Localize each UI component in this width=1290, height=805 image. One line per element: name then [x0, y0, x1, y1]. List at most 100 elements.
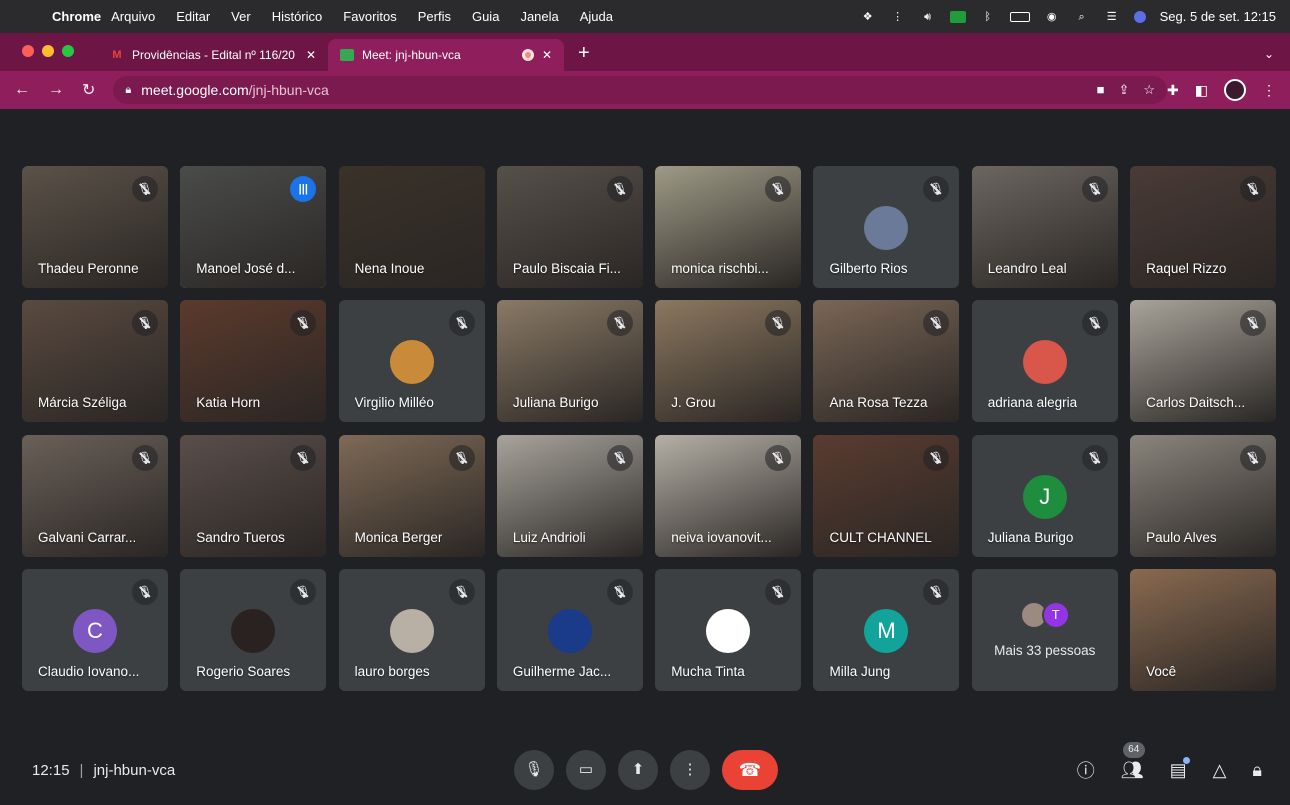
participant-tile[interactable]: Rogerio Soares 🎙︎: [180, 568, 327, 691]
reload-icon[interactable]: ↻: [82, 80, 95, 100]
meeting-details-info-icon[interactable]: ⓘ: [1077, 757, 1095, 783]
zoom-window-button[interactable]: [62, 45, 74, 57]
participant-name: adriana alegria: [987, 395, 1078, 411]
menu-item-favoritos[interactable]: Favoritos: [343, 9, 396, 24]
forward-icon[interactable]: →: [48, 81, 64, 99]
participant-tile[interactable]: Guilherme Jac... 🎙︎: [496, 568, 643, 691]
people-count-badge: 64: [1122, 741, 1145, 758]
camera-button[interactable]: ▭: [566, 750, 606, 790]
activities-icon[interactable]: △: [1213, 760, 1227, 781]
menu-item-ver[interactable]: Ver: [231, 9, 251, 24]
tab-meet[interactable]: Meet: jnj-hbun-vca ✕: [328, 39, 564, 71]
keyboard-flag-icon[interactable]: [949, 10, 966, 23]
address-bar[interactable]: 🔒︎ meet.google.com/jnj-hbun-vca ■ ⇪ ☆: [113, 76, 1168, 104]
menu-item-editar[interactable]: Editar: [176, 9, 210, 24]
dropbox-icon[interactable]: ❖: [860, 11, 876, 23]
activity-icon[interactable]: ⋮: [890, 11, 906, 23]
meeting-code: jnj-hbun-vca: [93, 761, 176, 779]
participant-tile[interactable]: Você: [1130, 568, 1277, 691]
participant-name: Milla Jung: [829, 663, 891, 679]
close-window-button[interactable]: [22, 45, 34, 57]
participant-tile[interactable]: Manoel José d... |||: [180, 166, 327, 288]
app-menu[interactable]: Chrome: [52, 9, 101, 24]
minimize-window-button[interactable]: [42, 45, 54, 57]
profile-avatar[interactable]: [1224, 79, 1246, 101]
participant-tile[interactable]: Nena Inoue: [338, 166, 485, 288]
participant-tile[interactable]: Mucha Tinta 🎙︎: [655, 568, 802, 691]
participant-name: Virgilio Milléo: [354, 395, 434, 411]
bookmark-star-icon[interactable]: ☆: [1143, 82, 1155, 98]
extensions-icon[interactable]: ✚: [1167, 82, 1179, 99]
search-icon[interactable]: ⌕: [1074, 11, 1090, 23]
participant-tile[interactable]: adriana alegria 🎙︎: [971, 300, 1118, 423]
participant-name: J. Grou: [671, 395, 716, 411]
menu-item-arquivo[interactable]: Arquivo: [111, 9, 155, 24]
microphone-button[interactable]: 🎙︎: [514, 750, 554, 790]
chat-button[interactable]: ▤: [1170, 756, 1190, 781]
participant-tile[interactable]: Sandro Tueros 🎙︎: [180, 434, 327, 557]
tab-gmail[interactable]: M Providências - Edital nº 116/20 ✕: [98, 39, 328, 71]
participant-tile[interactable]: neiva iovanovit... 🎙︎: [655, 434, 802, 557]
participant-tile[interactable]: J. Grou 🎙︎: [655, 300, 802, 423]
participant-tile[interactable]: Luiz Andrioli 🎙︎: [496, 434, 643, 557]
participant-tile[interactable]: Leandro Leal 🎙︎: [971, 166, 1118, 288]
control-center-icon[interactable]: ☰: [1104, 11, 1120, 23]
participant-tile[interactable]: Ana Rosa Tezza 🎙︎: [813, 300, 960, 423]
menu-bar-clock[interactable]: Seg. 5 de set. 12:15: [1160, 9, 1276, 24]
back-icon[interactable]: ←: [14, 81, 30, 99]
mic-muted-icon: 🎙︎: [1081, 310, 1108, 337]
participant-tile[interactable]: Juliana Burigo 🎙︎: [496, 300, 643, 423]
participant-name: Carlos Daitsch...: [1146, 395, 1246, 411]
participant-tile[interactable]: Márcia Széliga 🎙︎: [22, 300, 168, 423]
leave-call-button[interactable]: ☎︎: [722, 750, 778, 790]
participant-tile[interactable]: Paulo Biscaia Fi... 🎙︎: [496, 166, 643, 288]
volume-icon[interactable]: 🔊︎: [920, 11, 936, 23]
participant-tile[interactable]: M Milla Jung 🎙︎: [813, 568, 960, 691]
participant-tile[interactable]: Monica Berger 🎙︎: [338, 434, 485, 557]
lock-icon[interactable]: 🔒︎: [125, 84, 131, 97]
close-tab-icon[interactable]: ✕: [542, 48, 552, 62]
bluetooth-icon[interactable]: ᛒ: [980, 11, 996, 23]
menu-item-janela[interactable]: Janela: [520, 9, 558, 24]
participant-tile[interactable]: Carlos Daitsch... 🎙︎: [1130, 300, 1277, 423]
more-options-button[interactable]: ⋮: [670, 750, 710, 790]
mic-muted-icon: 🎙︎: [132, 444, 158, 471]
menu-item-guia[interactable]: Guia: [472, 9, 499, 24]
meeting-info: 12:15 | jnj-hbun-vca: [32, 762, 332, 779]
participant-tile[interactable]: J Juliana Burigo 🎙︎: [971, 434, 1118, 557]
chrome-menu-icon[interactable]: ⋮: [1262, 82, 1276, 99]
participant-tile[interactable]: Gilberto Rios 🎙︎: [813, 166, 960, 288]
participant-name: Você: [1146, 663, 1177, 679]
people-button[interactable]: 64 👥︎: [1121, 741, 1145, 781]
participant-tile[interactable]: T Mais 33 pessoas: [971, 568, 1118, 691]
participant-tile[interactable]: CULT CHANNEL 🎙︎: [813, 434, 960, 557]
user-icon[interactable]: ◉: [1044, 11, 1060, 23]
participant-tile[interactable]: C Claudio Iovano... 🎙︎: [22, 568, 168, 691]
participant-tile[interactable]: Galvani Carrar... 🎙︎: [22, 434, 168, 557]
participant-tile[interactable]: Virgilio Milléo 🎙︎: [338, 300, 485, 423]
menu-item-perfis[interactable]: Perfis: [418, 9, 451, 24]
battery-icon[interactable]: [1009, 11, 1030, 22]
participant-tile[interactable]: Thadeu Peronne 🎙︎: [22, 166, 168, 288]
participant-name: Mucha Tinta: [671, 663, 745, 679]
participant-tile[interactable]: Katia Horn 🎙︎: [180, 300, 327, 423]
divider: |: [79, 761, 84, 779]
host-controls-lock-icon[interactable]: 🔒︎: [1252, 760, 1262, 781]
close-tab-icon[interactable]: ✕: [306, 48, 316, 62]
menu-item-historico[interactable]: Histórico: [272, 9, 323, 24]
participant-tile[interactable]: monica rischbi... 🎙︎: [655, 166, 802, 288]
present-screen-button[interactable]: ⬆: [618, 750, 658, 790]
tab-search-chevron-icon[interactable]: ⌄: [1264, 47, 1274, 61]
siri-icon[interactable]: [1133, 10, 1146, 23]
gmail-icon: M: [112, 49, 122, 61]
participant-tile[interactable]: Paulo Alves 🎙︎: [1130, 434, 1277, 557]
new-tab-button[interactable]: +: [578, 42, 590, 65]
side-controls: ⓘ 64 👥︎ ▤ △ 🔒︎: [1077, 741, 1262, 783]
menu-item-ajuda[interactable]: Ajuda: [580, 9, 613, 24]
participant-tile[interactable]: lauro borges 🎙︎: [338, 568, 485, 691]
side-panel-icon[interactable]: ◧: [1195, 82, 1208, 99]
mic-muted-icon: 🎙︎: [923, 444, 950, 471]
share-icon[interactable]: ⇪: [1118, 82, 1129, 98]
camera-in-use-icon[interactable]: ■: [1097, 82, 1105, 98]
participant-tile[interactable]: Raquel Rizzo 🎙︎: [1130, 166, 1277, 288]
